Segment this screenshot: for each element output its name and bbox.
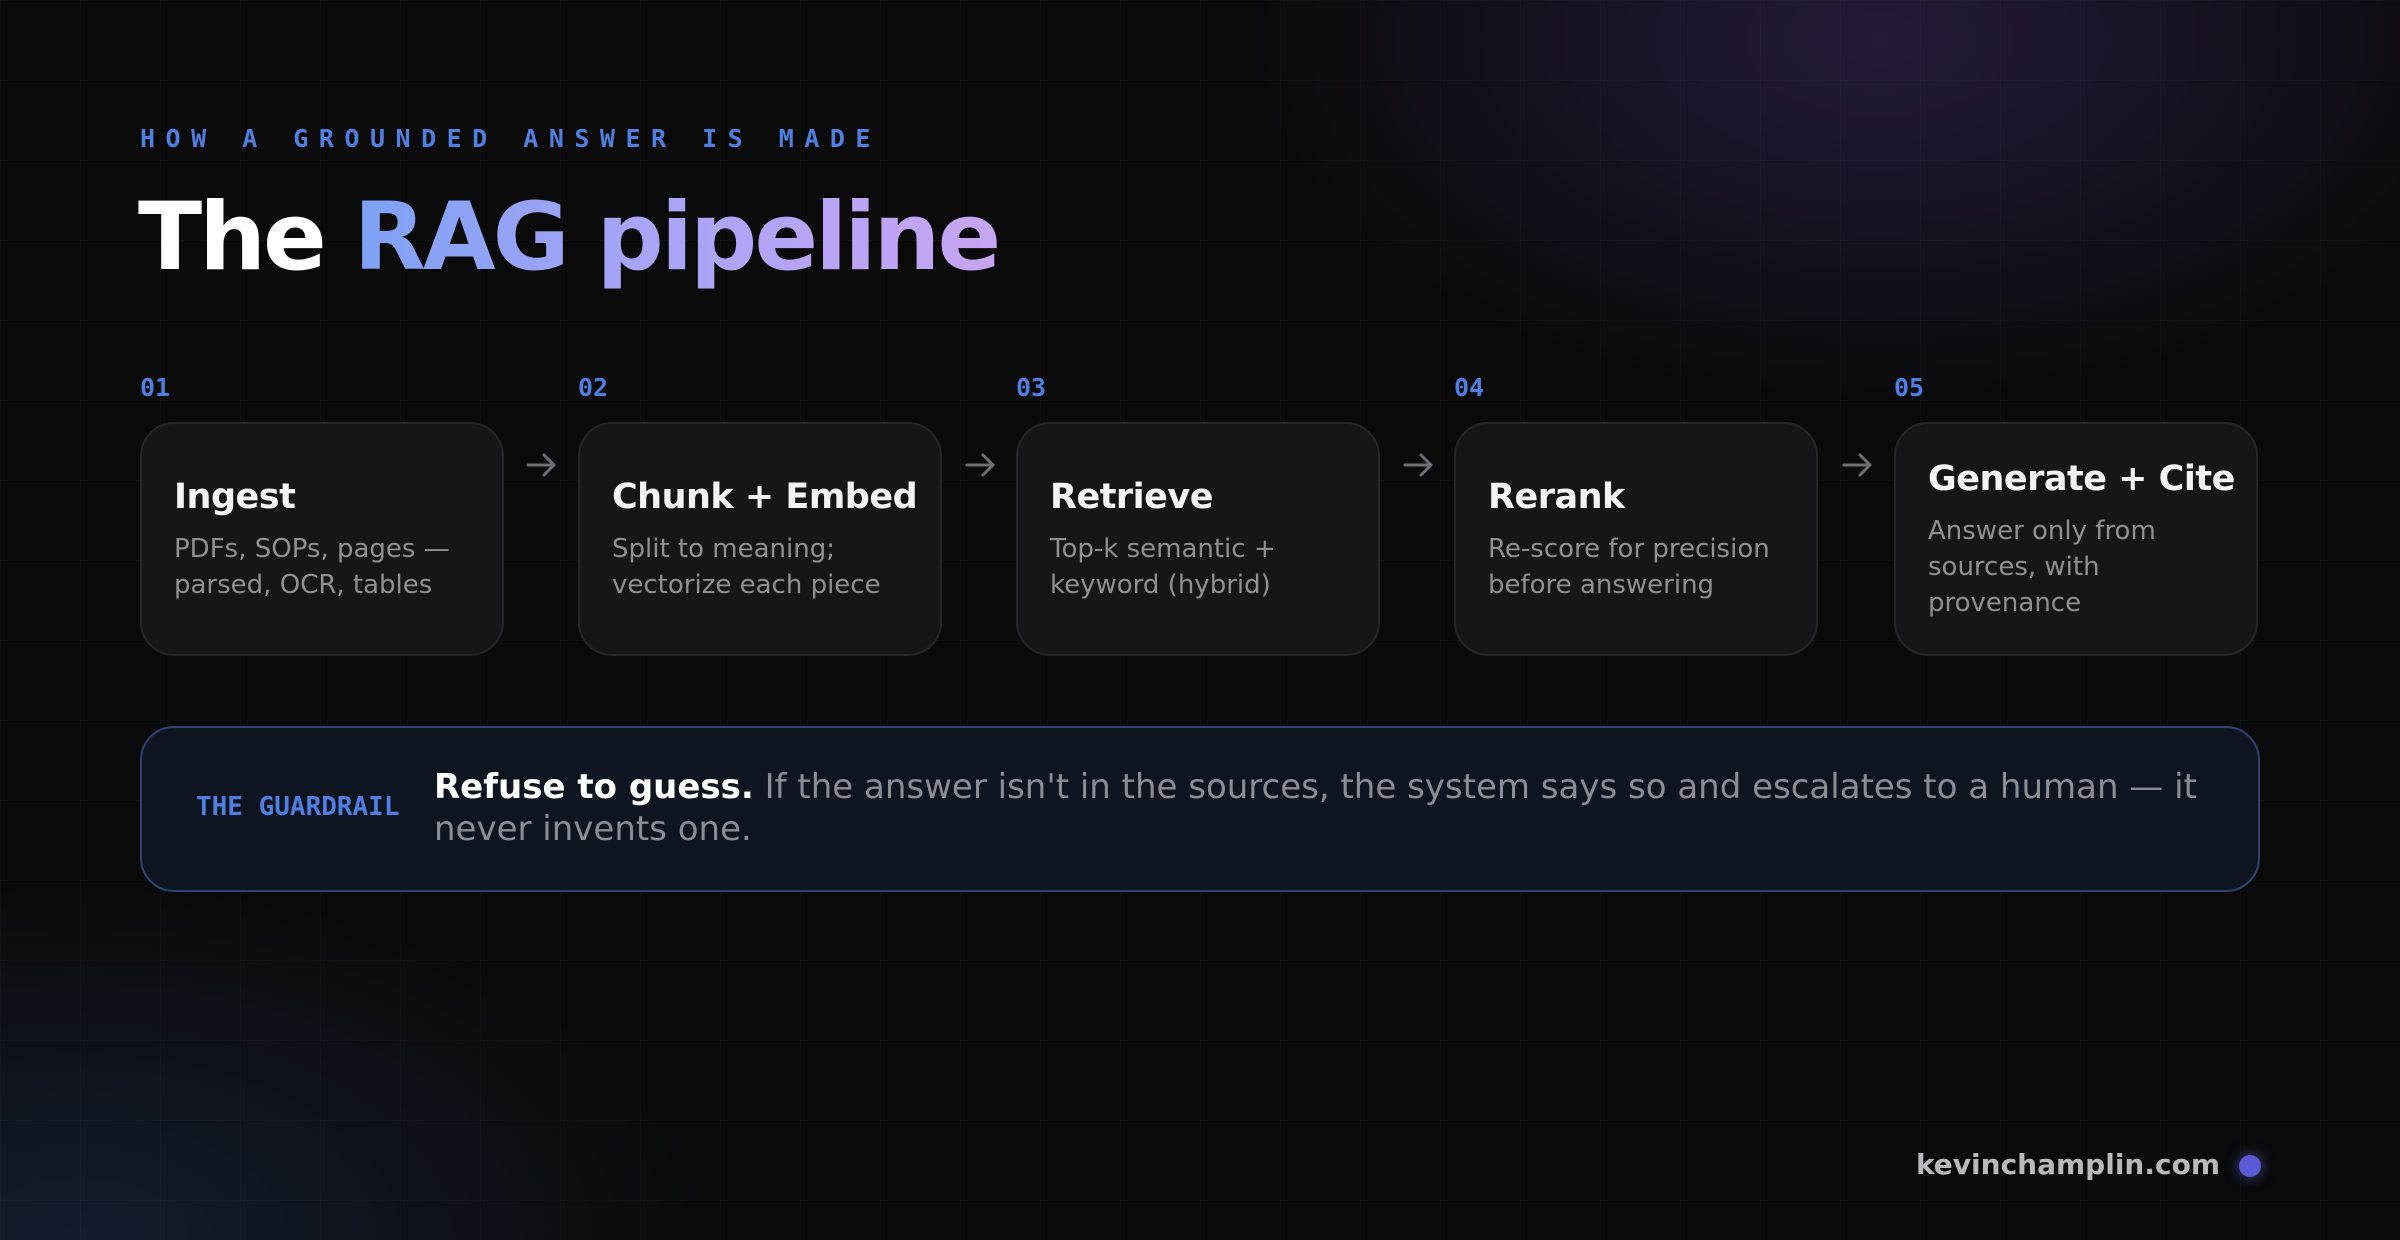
eyebrow-label: HOW A GROUNDED ANSWER IS MADE bbox=[140, 124, 881, 153]
step-title: Chunk + Embed bbox=[612, 477, 918, 517]
page-title: The RAG pipeline bbox=[138, 178, 1002, 298]
step-number-1: 01 bbox=[140, 373, 171, 402]
step-description: Split to meaning; vectorize each piece bbox=[612, 534, 881, 600]
arrow-right-icon bbox=[526, 453, 556, 477]
guardrail-text: Refuse to guess. If the answer isn't in … bbox=[434, 766, 2234, 850]
step-title: Ingest bbox=[174, 477, 296, 517]
step-card-chunk-embed: Chunk + Embed Split to meaning; vectoriz… bbox=[578, 422, 942, 656]
slide: HOW A GROUNDED ANSWER IS MADE The RAG pi… bbox=[0, 0, 2400, 1240]
step-card-generate-cite: Generate + Cite Answer only from sources… bbox=[1894, 422, 2258, 656]
step-description: Re-score for precision before answering bbox=[1488, 534, 1770, 600]
brand-dot-icon bbox=[2239, 1155, 2261, 1177]
step-description: Answer only from sources, with provenanc… bbox=[1928, 516, 2156, 618]
step-description: Top-k semantic + keyword (hybrid) bbox=[1050, 534, 1276, 600]
title-accent: RAG pipeline bbox=[353, 183, 1002, 292]
step-card-retrieve: Retrieve Top-k semantic + keyword (hybri… bbox=[1016, 422, 1380, 656]
step-title: Rerank bbox=[1488, 477, 1625, 517]
step-number-3: 03 bbox=[1016, 373, 1047, 402]
step-card-rerank: Rerank Re-score for precision before ans… bbox=[1454, 422, 1818, 656]
step-title: Generate + Cite bbox=[1928, 459, 2235, 499]
guardrail-emphasis: Refuse to guess. bbox=[434, 767, 754, 807]
arrow-right-icon bbox=[965, 453, 995, 477]
step-description: PDFs, SOPs, pages — parsed, OCR, tables bbox=[174, 534, 450, 600]
step-title: Retrieve bbox=[1050, 477, 1213, 517]
arrow-right-icon bbox=[1842, 453, 1872, 477]
guardrail-callout: THE GUARDRAIL Refuse to guess. If the an… bbox=[140, 726, 2260, 892]
step-card-ingest: Ingest PDFs, SOPs, pages — parsed, OCR, … bbox=[140, 422, 504, 656]
footer-website-link[interactable]: kevinchamplin.com bbox=[1916, 1148, 2220, 1181]
step-number-4: 04 bbox=[1454, 373, 1485, 402]
title-plain: The bbox=[138, 183, 354, 292]
guardrail-label: THE GUARDRAIL bbox=[196, 792, 400, 822]
step-number-5: 05 bbox=[1894, 373, 1925, 402]
step-number-2: 02 bbox=[578, 373, 609, 402]
arrow-right-icon bbox=[1403, 453, 1433, 477]
